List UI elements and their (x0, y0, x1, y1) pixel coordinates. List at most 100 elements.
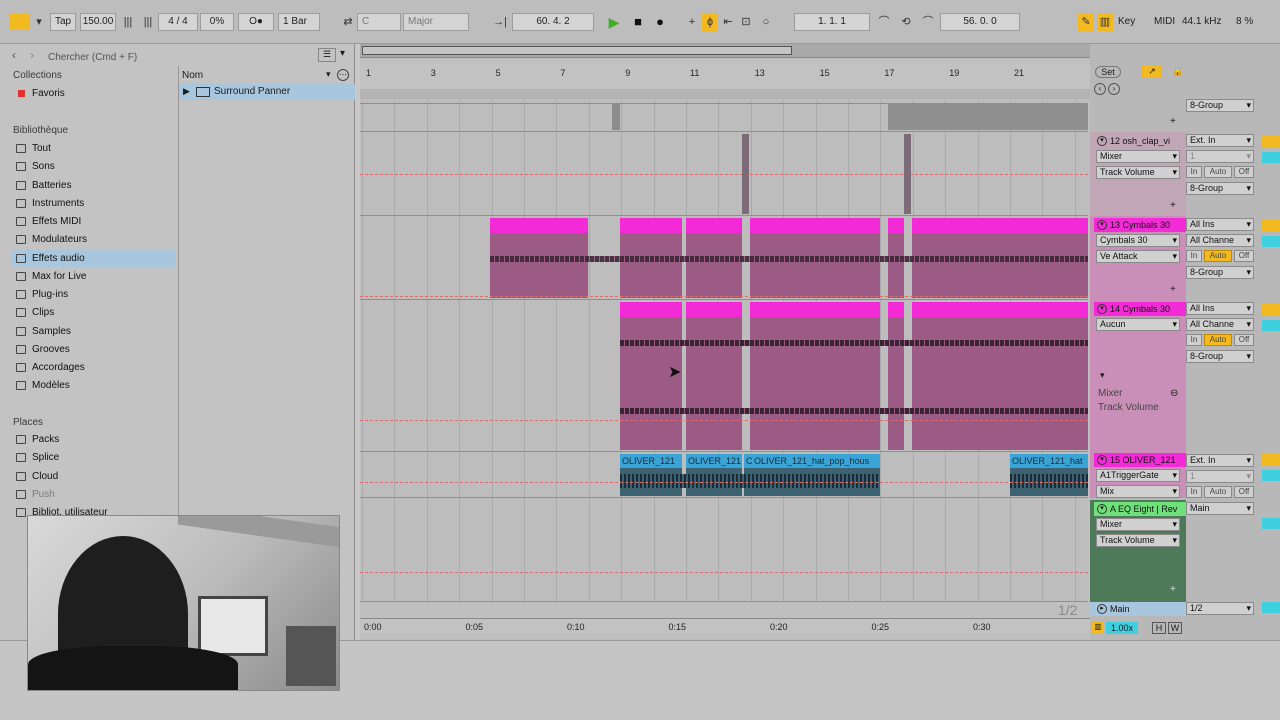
nudge-up-icon[interactable]: ||| (140, 13, 156, 31)
sort-icon[interactable]: ▾ (326, 69, 331, 80)
key-map-button[interactable]: Key (1118, 13, 1135, 31)
input-channel-select[interactable]: All Channe (1186, 234, 1254, 247)
track-lane-12[interactable] (360, 132, 1088, 216)
filter-icon[interactable]: ☰ (318, 48, 336, 62)
group-select[interactable]: 8-Group (1186, 182, 1254, 195)
play-icon[interactable]: ▶ (606, 13, 622, 31)
midi-clip[interactable] (750, 302, 880, 450)
tempo-field[interactable]: 150.00 (80, 13, 116, 31)
device-select[interactable]: A1TriggerGate (1096, 469, 1180, 482)
dropdown-arrow-icon[interactable]: ▾ (31, 13, 47, 31)
monitor-in-button[interactable]: In (1186, 486, 1202, 498)
zoom-icon[interactable]: ▥ (1092, 622, 1104, 634)
automation-arm-icon[interactable]: ɸ (702, 13, 718, 31)
monitor-in-button[interactable]: In (1186, 166, 1202, 178)
input-channel-select[interactable]: 1 (1186, 470, 1254, 483)
loop-brace[interactable] (360, 89, 1090, 99)
sidebar-item-tout[interactable]: Tout (12, 140, 176, 157)
sidebar-item-batteries[interactable]: Batteries (12, 177, 176, 194)
mixer-select[interactable]: Mixer (1096, 518, 1180, 531)
sidebar-item-modulateurs[interactable]: Modulateurs (12, 231, 176, 248)
add-icon[interactable]: + (1170, 200, 1176, 211)
track-name[interactable]: ▾ 12 osh_clap_vi (1094, 134, 1186, 148)
monitor-auto-button[interactable]: Auto (1204, 166, 1232, 178)
loop-start[interactable]: 1. 1. 1 (794, 13, 870, 31)
expand-arrow-icon[interactable]: ▶ (183, 86, 190, 97)
w-toggle[interactable]: W (1168, 622, 1182, 634)
sidebar-item-plug-ins[interactable]: Plug-ins (12, 286, 176, 303)
set-button[interactable]: Set (1095, 66, 1121, 78)
input-channel-select[interactable]: All Channe (1186, 318, 1254, 331)
automation-fold-icon[interactable]: ▾ (1100, 370, 1105, 381)
capture-icon[interactable]: ⊡ (738, 13, 754, 31)
quantize-select[interactable]: 1 Bar (278, 13, 320, 31)
tap-button[interactable]: Tap (50, 13, 76, 31)
h-toggle[interactable]: H (1152, 622, 1166, 634)
group-select[interactable]: 8-Group (1186, 266, 1254, 279)
session-record-icon[interactable]: ○ (758, 13, 774, 31)
sidebar-item-grooves[interactable]: Grooves (12, 341, 176, 358)
punch-in-icon[interactable]: ⌒ (876, 13, 892, 31)
sidebar-item-mod-les[interactable]: Modèles (12, 377, 176, 394)
device-select[interactable]: Cymbals 30 (1096, 234, 1180, 247)
options-icon[interactable]: ⋯ (337, 69, 349, 81)
return-header-a[interactable]: ▾A EQ Eight | Rev Mixer Track Volume + (1090, 500, 1186, 602)
fold-icon[interactable]: ▾ (1097, 304, 1107, 314)
key-select[interactable]: C (357, 13, 401, 31)
loop-length[interactable]: 56. 0. 0 (940, 13, 1020, 31)
fold-icon[interactable]: ▾ (1097, 136, 1107, 146)
track-header-12[interactable]: ▾12 osh_clap_vi Mixer Track Volume + (1090, 132, 1186, 216)
scale-select[interactable]: Major (403, 13, 469, 31)
monitor-auto-button[interactable]: Auto (1204, 334, 1232, 346)
forward-arrow-icon[interactable]: › (30, 48, 34, 62)
search-input[interactable]: Chercher (Cmd + F) (48, 50, 137, 66)
fold-icon[interactable]: ▸ (1097, 604, 1107, 614)
device-select[interactable]: Aucun (1096, 318, 1180, 331)
fold-icon[interactable]: ▾ (1097, 220, 1107, 230)
remove-lane-icon[interactable]: ⊖ (1170, 388, 1178, 399)
automation-select[interactable]: Ve Attack (1096, 250, 1180, 263)
monitor-off-button[interactable]: Off (1234, 166, 1254, 178)
monitor-off-button[interactable]: Off (1234, 250, 1254, 262)
track-header-14[interactable]: ▾14 Cymbals 30 Aucun ▾ Mixer ⊖ Track Vol… (1090, 300, 1186, 452)
file-list-item[interactable]: ▶ Surround Panner (179, 84, 355, 100)
sidebar-item-accordages[interactable]: Accordages (12, 359, 176, 376)
add-icon[interactable]: + (1170, 284, 1176, 295)
monitor-off-button[interactable]: Off (1234, 334, 1254, 346)
sidebar-item-sons[interactable]: Sons (12, 158, 176, 175)
track-name[interactable]: ▾ 14 Cymbals 30 (1094, 302, 1186, 316)
track-name[interactable]: ▸ Main (1094, 602, 1186, 616)
arrangement-position[interactable]: 60. 4. 2 (512, 13, 594, 31)
return-lane-a[interactable] (360, 498, 1088, 602)
group-select[interactable]: 8-Group (1186, 350, 1254, 363)
add-icon[interactable]: + (684, 13, 700, 31)
sidebar-item-favorites[interactable]: Favoris (12, 85, 176, 102)
main-output-select[interactable]: 1/2 (1186, 602, 1254, 615)
bar-ruler[interactable]: 1 3 5 7 9 11 13 15 17 19 21 (360, 64, 1090, 88)
sidebar-item-effets-midi[interactable]: Effets MIDI (12, 213, 176, 230)
monitor-off-button[interactable]: Off (1234, 486, 1254, 498)
groove-amount[interactable]: 0% (200, 13, 234, 31)
filter-dropdown-icon[interactable]: ▾ (340, 48, 345, 59)
keys-icon[interactable]: ▥ (1097, 13, 1113, 31)
add-icon[interactable]: + (1170, 116, 1176, 127)
arrangement-loop-icon[interactable]: ↗ (1142, 66, 1162, 78)
places-item-splice[interactable]: Splice (12, 449, 176, 466)
main-track-header[interactable]: ▸ Main (1090, 602, 1186, 616)
places-item-packs[interactable]: Packs (12, 431, 176, 448)
track-name[interactable]: ▾ 13 Cymbals 30 (1094, 218, 1186, 232)
sidebar-item-max-for-live[interactable]: Max for Live (12, 268, 176, 285)
lock-icon[interactable]: 🔒 (1168, 66, 1188, 78)
prev-locator-icon[interactable]: ‹ (1094, 83, 1106, 95)
output-select[interactable]: Main (1186, 502, 1254, 515)
audio-clip[interactable] (888, 104, 1088, 130)
audio-clip[interactable] (612, 104, 620, 130)
automation-select[interactable]: Track Volume (1096, 166, 1180, 179)
column-header-name[interactable]: Nom (182, 70, 203, 81)
track-lane-13[interactable] (360, 216, 1088, 300)
input-type-select[interactable]: Ext. In (1186, 454, 1254, 467)
record-icon[interactable]: ● (652, 13, 668, 31)
add-icon[interactable]: + (1170, 584, 1176, 595)
overview-strip[interactable] (360, 44, 1090, 58)
automation-select[interactable]: Mix (1096, 485, 1180, 498)
